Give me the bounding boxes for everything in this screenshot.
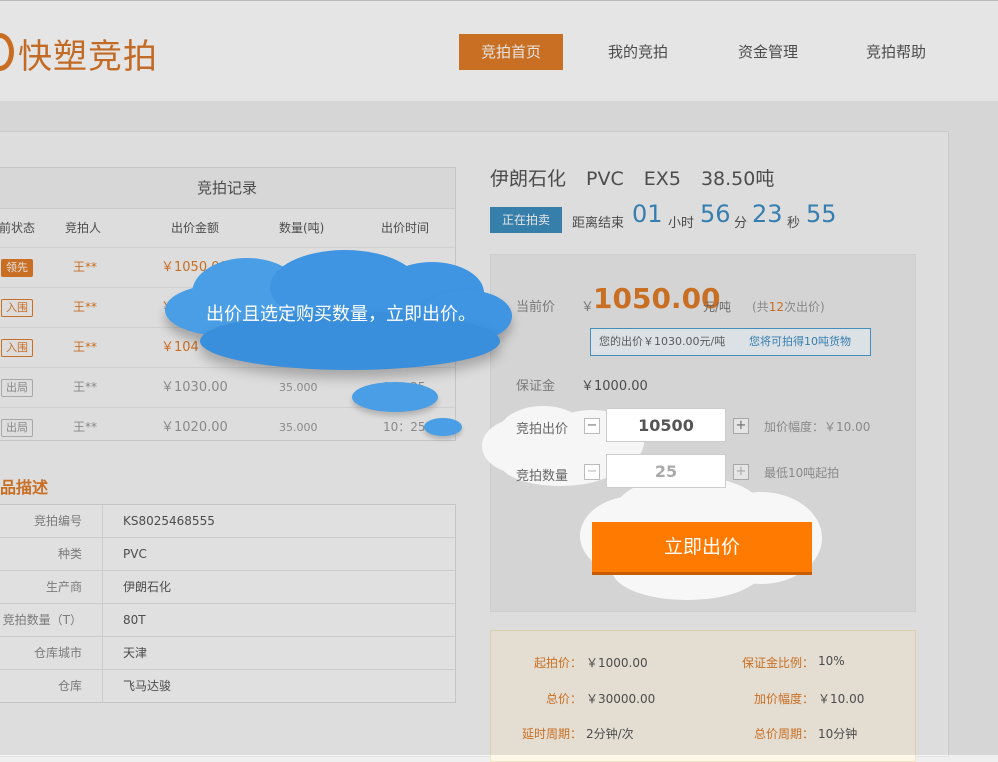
- nav-help[interactable]: 竞拍帮助: [848, 34, 944, 70]
- qty-minus-button[interactable]: −: [584, 464, 600, 480]
- desc-key: 种类: [0, 538, 103, 570]
- price-minus-button[interactable]: −: [584, 418, 600, 434]
- nav-funds[interactable]: 资金管理: [720, 34, 816, 70]
- minutes-unit: 分: [734, 216, 748, 231]
- current-price: 1050.00: [593, 282, 721, 315]
- col-amount: 出价金额: [171, 221, 220, 235]
- amount: ￥104: [161, 340, 199, 355]
- my-bid: 您的出价￥1030.00元/吨: [599, 335, 726, 348]
- info-key: 保证金比例：: [741, 656, 814, 670]
- table-row: 生产商 伊朗石化: [0, 571, 455, 604]
- qty: 35.000: [279, 421, 318, 434]
- info-value: 10%: [818, 654, 845, 668]
- countdown-hours: 01: [632, 200, 663, 228]
- info-key: 延时周期：: [521, 727, 582, 741]
- qty: 35.000: [279, 381, 318, 394]
- col-time: 出价时间: [381, 221, 430, 235]
- countdown-minutes: 56: [700, 200, 731, 228]
- table-row: 仓库 飞马达骏: [0, 670, 455, 702]
- amount: ￥1020.00: [161, 420, 228, 435]
- bid-count: (共12次出价): [752, 300, 825, 314]
- col-qty: 数量(吨): [279, 221, 325, 235]
- price-plus-button[interactable]: +: [733, 418, 749, 434]
- desc-value: 天津: [123, 646, 148, 660]
- info-key: 总价：: [545, 692, 582, 706]
- countdown-label: 距离结束: [572, 216, 625, 231]
- my-bid-hint: 您将可拍得10吨货物: [749, 335, 851, 348]
- bidder: 王**: [73, 340, 98, 354]
- countdown-extra: 55: [806, 200, 837, 228]
- status-badge: 正在拍卖: [490, 207, 562, 233]
- desc-value: 飞马达骏: [123, 679, 172, 693]
- hours-unit: 小时: [668, 216, 695, 231]
- desc-key: 仓库: [0, 670, 103, 702]
- table-row: 竞拍数量（T） 80T: [0, 604, 455, 637]
- records-title: 竞拍记录: [0, 168, 455, 209]
- info-key: 起拍价：: [533, 656, 582, 670]
- table-row: 竞拍编号 KS8025468555: [0, 505, 455, 538]
- product-title: 伊朗石化 PVC EX5 38.50吨: [490, 168, 775, 190]
- table-row: 出局 王** ￥1020.00 35.000 10：25: [0, 408, 455, 447]
- qty-plus-button[interactable]: +: [733, 464, 749, 480]
- guide-tooltip-text: 出价且选定购买数量，立即出价。: [206, 304, 476, 325]
- bid-price-input[interactable]: 10500: [606, 408, 726, 442]
- status-badge: 入围: [1, 299, 33, 317]
- bid-now-button[interactable]: 立即出价: [592, 522, 812, 572]
- bid-price-label: 竞拍出价: [516, 422, 569, 437]
- table-row: 种类 PVC: [0, 538, 455, 571]
- amount: ￥1030.00: [161, 380, 228, 395]
- info-value: ￥10.00: [818, 692, 865, 706]
- logo-text[interactable]: 快塑竞拍: [18, 29, 158, 78]
- bidder: 王**: [73, 260, 98, 274]
- col-bidder: 竞拍人: [65, 221, 102, 235]
- countdown-seconds: 23: [752, 200, 783, 228]
- info-key: 加价幅度：: [753, 692, 814, 706]
- table-row: 仓库城市 天津: [0, 637, 455, 670]
- info-key: 总价周期：: [753, 727, 814, 741]
- increment-hint: 加价幅度：￥10.00: [764, 420, 871, 434]
- desc-value: KS8025468555: [123, 514, 215, 528]
- status-badge: 领先: [1, 259, 33, 277]
- bidder: 王**: [73, 300, 98, 314]
- info-value: ￥1000.00: [586, 656, 648, 670]
- bid-qty-input[interactable]: 25: [606, 454, 726, 488]
- price-unit: 元/吨: [703, 300, 732, 314]
- time: 10：25: [383, 420, 426, 434]
- records-header: 前状态 竞拍人 出价金额 数量(吨) 出价时间: [0, 209, 455, 248]
- info-value: 2分钟/次: [586, 727, 634, 741]
- header: 快塑竞拍 竞拍首页 我的竞拍 资金管理 竞拍帮助: [0, 0, 998, 101]
- status-badge: 出局: [1, 379, 33, 397]
- col-status: 前状态: [0, 221, 36, 235]
- desc-value: 80T: [123, 613, 146, 627]
- info-value: ￥30000.00: [586, 692, 656, 706]
- desc-key: 生产商: [0, 571, 103, 603]
- desc-value: 伊朗石化: [123, 580, 172, 594]
- seconds-unit: 秒: [787, 216, 801, 231]
- my-bid-tip: 您的出价￥1030.00元/吨 您将可拍得10吨货物: [590, 328, 871, 356]
- deposit-label: 保证金: [516, 379, 556, 394]
- bid-qty-label: 竞拍数量: [516, 469, 569, 484]
- current-price-label: 当前价: [516, 300, 556, 315]
- product-description-table: 竞拍编号 KS8025468555 种类 PVC 生产商 伊朗石化 竞拍数量（T） 80…: [0, 504, 456, 703]
- nav-my-auctions[interactable]: 我的竞拍: [590, 34, 686, 70]
- min-qty-hint: 最低10吨起拍: [764, 466, 840, 480]
- desc-key: 竞拍数量（T）: [0, 604, 103, 636]
- info-value: 10分钟: [818, 727, 858, 741]
- nav-auction-home[interactable]: 竞拍首页: [459, 34, 563, 70]
- desc-key: 仓库城市: [0, 637, 103, 669]
- bidder: 王**: [73, 420, 98, 434]
- status-badge: 出局: [1, 419, 33, 437]
- bidder: 王**: [73, 380, 98, 394]
- logo-icon: [0, 33, 14, 71]
- description-title: 品描述: [0, 478, 49, 497]
- deposit-value: ￥1000.00: [581, 379, 648, 394]
- status-badge: 入围: [1, 339, 33, 357]
- desc-key: 竞拍编号: [0, 505, 103, 537]
- desc-value: PVC: [123, 547, 147, 561]
